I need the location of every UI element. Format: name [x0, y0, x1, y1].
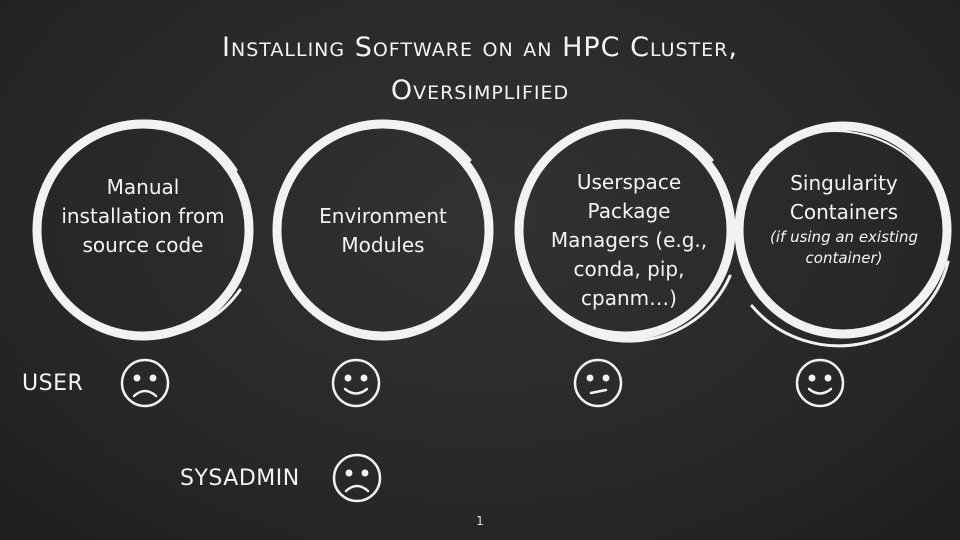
option-label-singularity: Singularity Containers (if using an exis… — [754, 169, 934, 269]
option-label-package-managers: Userspace Package Managers (e.g., conda,… — [539, 168, 719, 313]
option-text-modules: Environment Modules — [319, 204, 447, 257]
sysadmin-face — [332, 453, 382, 503]
option-note-singularity: (if using an existing container) — [770, 228, 918, 267]
role-label-user: USER — [22, 371, 84, 396]
option-label-modules: Environment Modules — [293, 202, 473, 260]
user-face-package-managers — [573, 358, 623, 408]
option-text-package-managers: Userspace Package Managers (e.g., conda,… — [550, 170, 708, 310]
chalk-circles — [32, 119, 952, 503]
page-number: 1 — [476, 514, 484, 528]
option-label-manual: Manual installation from source code — [53, 173, 233, 260]
role-label-sysadmin: SYSADMIN — [180, 466, 300, 491]
user-face-manual — [120, 358, 170, 408]
option-text-singularity: Singularity Containers — [789, 171, 899, 224]
user-face-modules — [331, 358, 381, 408]
option-text-manual: Manual installation from source code — [61, 175, 225, 257]
user-face-singularity — [795, 358, 845, 408]
